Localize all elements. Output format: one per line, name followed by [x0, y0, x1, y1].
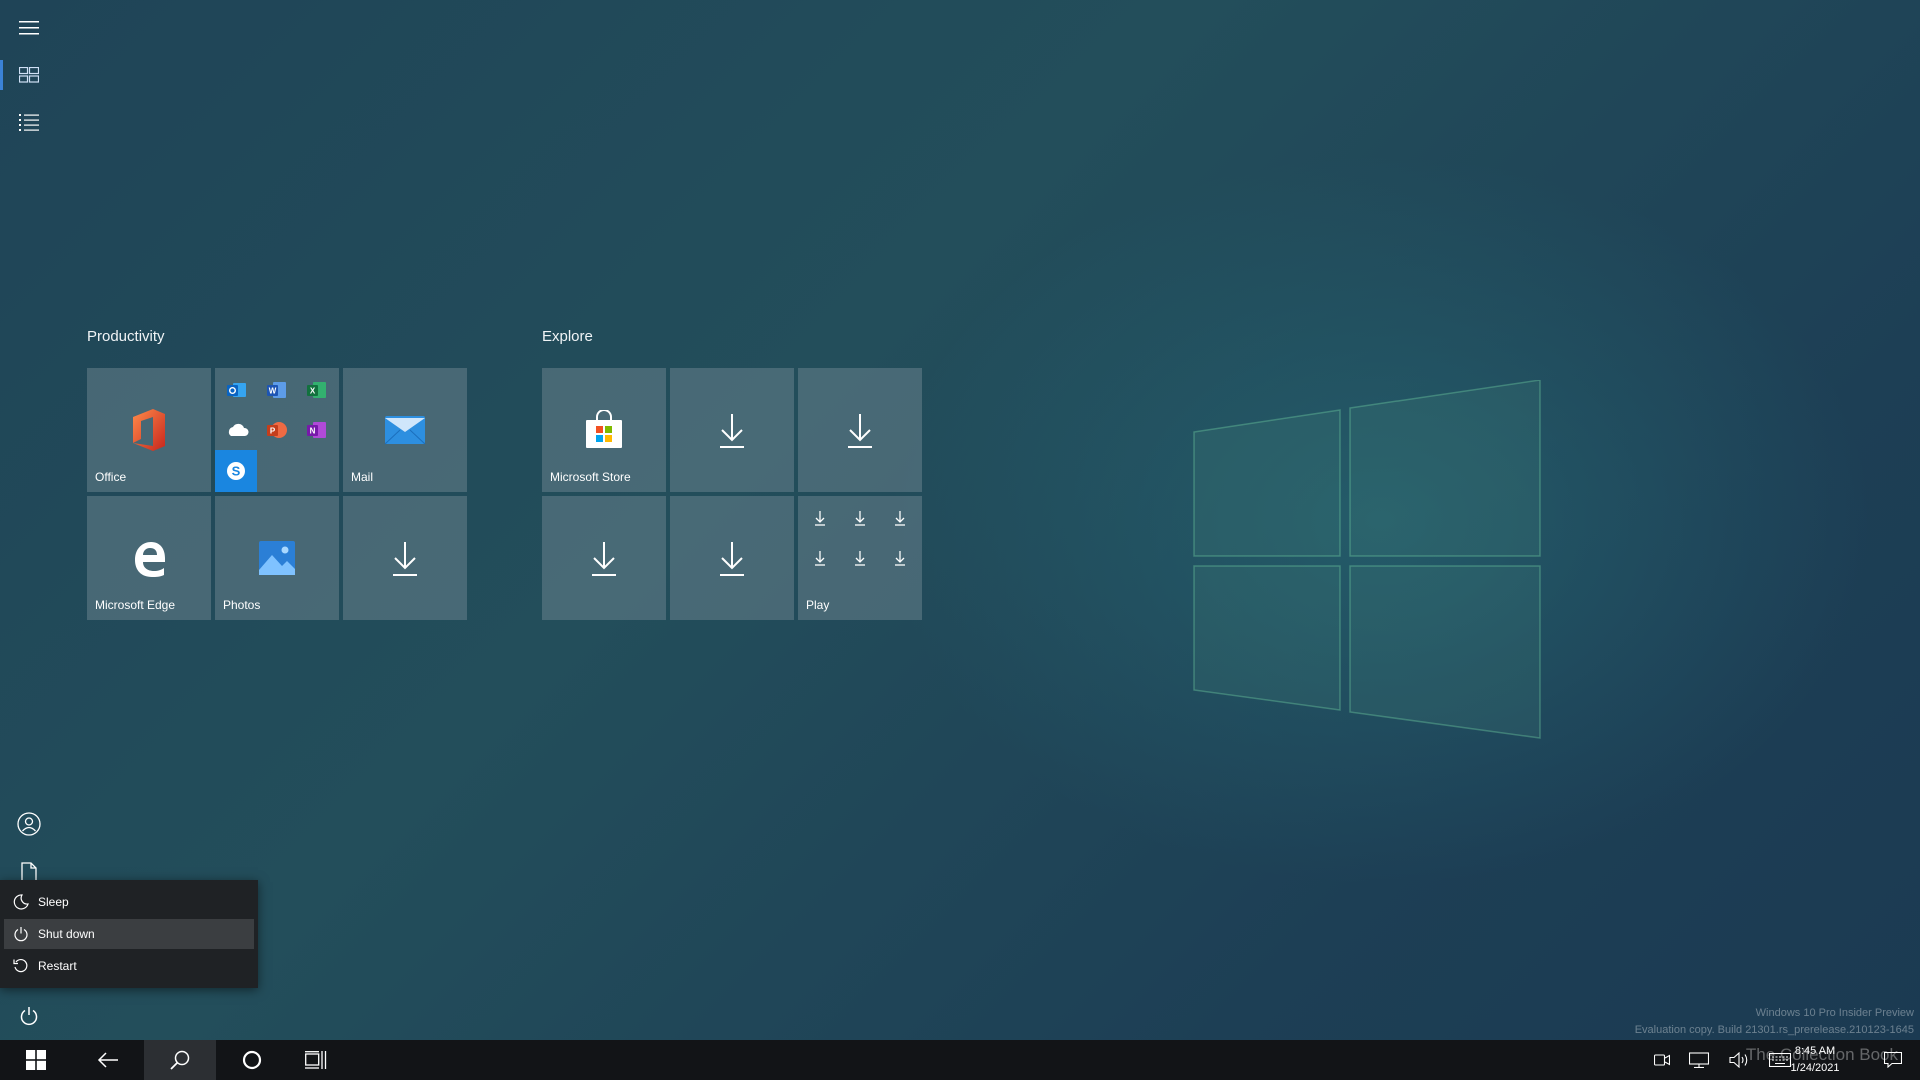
power-menu-sleep[interactable]: Sleep: [4, 887, 254, 917]
svg-text:S: S: [232, 464, 241, 479]
documents-icon: [21, 862, 37, 882]
power-options-menu: Sleep Shut down Restart: [0, 880, 258, 988]
download-icon: [895, 551, 905, 566]
tile-label: Microsoft Store: [550, 470, 631, 484]
store-icon: [586, 410, 622, 448]
meet-now-tray[interactable]: [1648, 1040, 1676, 1080]
group-title-productivity[interactable]: Productivity: [87, 328, 165, 345]
svg-text:P: P: [270, 427, 276, 436]
download-icon: [720, 542, 744, 576]
task-view-button[interactable]: [280, 1040, 352, 1080]
powerpoint-icon: P: [267, 422, 287, 438]
tile-label: Mail: [351, 470, 374, 484]
pinned-tiles-button[interactable]: [0, 52, 58, 98]
user-account-icon: [17, 812, 41, 836]
cortana-icon: [242, 1050, 262, 1070]
network-tray[interactable]: [1682, 1040, 1716, 1080]
office-icon: [133, 409, 165, 451]
watermark-edition: Windows 10 Pro Insider Preview: [1755, 1007, 1914, 1019]
mail-icon: [384, 416, 426, 445]
power-icon: [20, 1007, 38, 1026]
svg-text:W: W: [269, 387, 277, 396]
back-arrow-icon: [97, 1052, 118, 1068]
tile-mail[interactable]: Mail: [343, 368, 467, 492]
office-apps-folder-icon: W X P N S: [215, 368, 339, 492]
tile-label: Microsoft Edge: [95, 598, 176, 612]
taskbar: 8:45 AM 1/24/2021: [0, 1040, 1920, 1080]
watermark-build: Evaluation copy. Build 21301.rs_prerelea…: [1634, 1024, 1914, 1036]
all-apps-list-icon: [19, 114, 39, 131]
download-icon: [393, 542, 417, 576]
tile-office[interactable]: Office: [87, 368, 211, 492]
sleep-moon-icon: [13, 894, 29, 910]
tile-label: Play: [806, 598, 830, 612]
download-icon: [855, 511, 865, 526]
onedrive-icon: [228, 423, 249, 436]
download-icon: [815, 511, 825, 526]
tile-download-pending[interactable]: [343, 496, 467, 620]
tile-download-pending[interactable]: [798, 368, 922, 492]
start-button[interactable]: [0, 1040, 72, 1080]
task-view-icon: [305, 1051, 327, 1069]
download-icon: [815, 551, 825, 566]
pinned-tiles-icon: [19, 67, 39, 83]
shutdown-icon: [14, 927, 28, 942]
skype-icon: S: [227, 462, 245, 480]
outlook-icon: [227, 383, 246, 397]
hamburger-menu-button[interactable]: [0, 5, 58, 51]
all-apps-button[interactable]: [0, 100, 58, 146]
user-account-button[interactable]: [0, 801, 58, 847]
download-icon: [592, 542, 616, 576]
network-icon: [1689, 1052, 1709, 1068]
power-menu-label: Shut down: [38, 927, 95, 941]
download-icon: [855, 551, 865, 566]
download-icon: [848, 414, 872, 448]
power-button[interactable]: [0, 993, 58, 1039]
group-title-explore[interactable]: Explore: [542, 328, 593, 345]
word-icon: W: [267, 382, 286, 398]
tile-photos[interactable]: Photos: [215, 496, 339, 620]
meet-now-icon: [1654, 1054, 1670, 1066]
tile-label: Photos: [223, 598, 261, 612]
onenote-icon: N: [307, 422, 326, 438]
edge-icon: [135, 542, 165, 577]
windows-logo-wallpaper: [1193, 380, 1541, 739]
download-icon: [895, 511, 905, 526]
cortana-button[interactable]: [216, 1040, 288, 1080]
power-menu-label: Sleep: [38, 895, 69, 909]
hamburger-menu-icon: [19, 21, 39, 35]
power-menu-label: Restart: [38, 959, 77, 973]
windows-start-icon: [26, 1050, 46, 1070]
tile-play-folder[interactable]: Play: [798, 496, 922, 620]
search-icon: [170, 1050, 190, 1070]
tile-download-pending[interactable]: [542, 496, 666, 620]
tile-office-apps-folder[interactable]: W X P N S: [215, 368, 339, 492]
svg-text:N: N: [310, 427, 316, 436]
search-button[interactable]: [144, 1040, 216, 1080]
excel-icon: X: [307, 382, 326, 398]
build-watermark: Windows 10 Pro Insider Preview Evaluatio…: [1635, 1005, 1914, 1039]
download-icon: [720, 414, 744, 448]
tile-microsoft-edge[interactable]: Microsoft Edge: [87, 496, 211, 620]
tile-microsoft-store[interactable]: Microsoft Store: [542, 368, 666, 492]
power-menu-shut-down[interactable]: Shut down: [4, 919, 254, 949]
tile-download-pending[interactable]: [670, 496, 794, 620]
overlay-watermark-text: The Collection Book: [1745, 1045, 1898, 1064]
back-button[interactable]: [72, 1040, 144, 1080]
restart-icon: [13, 958, 28, 973]
svg-text:X: X: [310, 387, 316, 396]
tile-download-pending[interactable]: [670, 368, 794, 492]
photos-icon: [259, 541, 295, 575]
power-menu-restart[interactable]: Restart: [4, 951, 254, 981]
tile-label: Office: [95, 470, 127, 484]
